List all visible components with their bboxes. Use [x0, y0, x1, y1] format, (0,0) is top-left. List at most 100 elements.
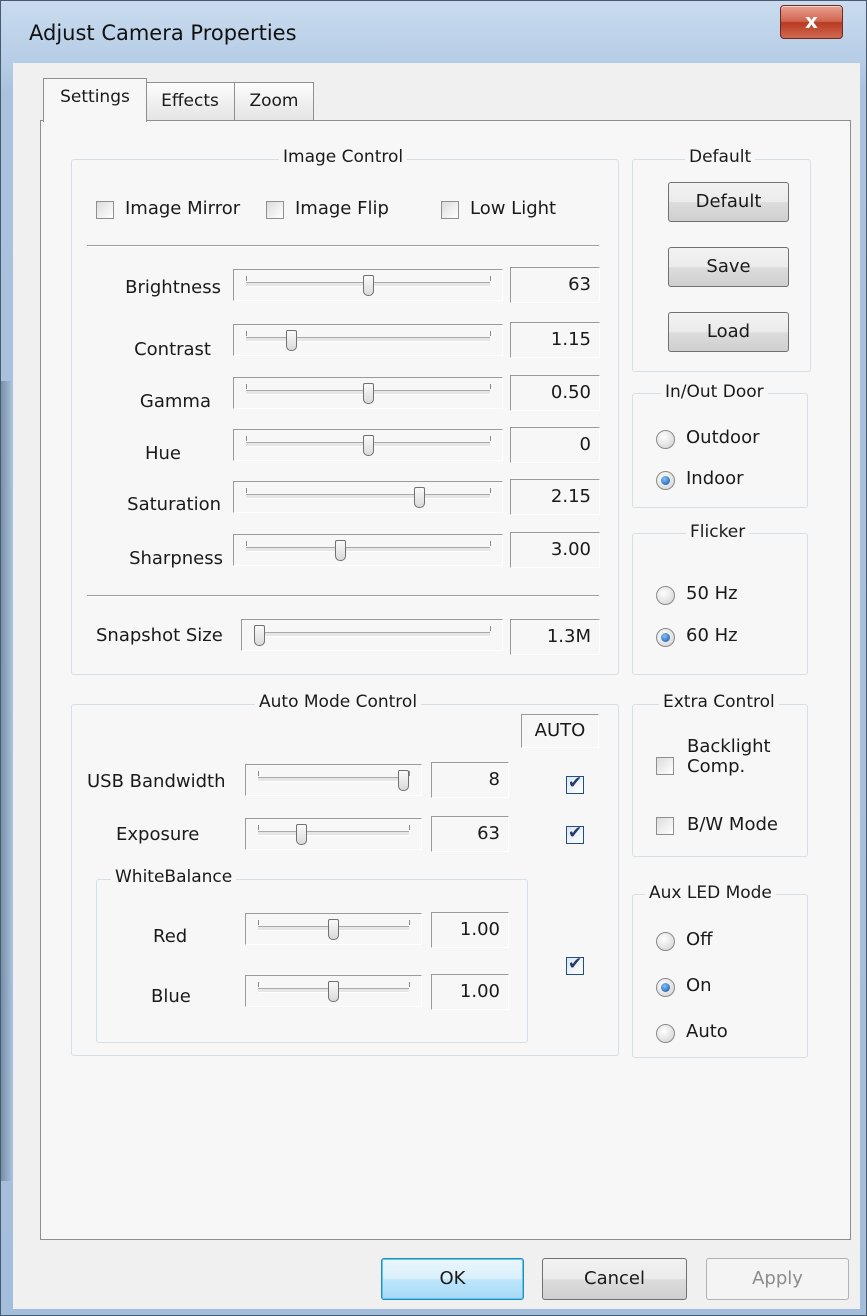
slider-tick: [258, 771, 259, 776]
image-mirror-checkbox[interactable]: [96, 201, 114, 219]
usb-bandwidth-auto-checkbox[interactable]: [566, 773, 584, 794]
slider-thumb[interactable]: [254, 625, 265, 646]
usb-bandwidth-label: USB Bandwidth: [87, 771, 226, 792]
image-flip-checkbox[interactable]: [266, 201, 284, 219]
tab-zoom[interactable]: Zoom: [234, 82, 314, 120]
white-balance-group: [96, 879, 528, 1043]
saturation-value: 2.15: [510, 479, 600, 515]
saturation-slider[interactable]: [233, 481, 503, 513]
flicker-title: Flicker: [686, 522, 750, 542]
close-button[interactable]: x: [780, 5, 843, 39]
slider-tick: [246, 541, 247, 546]
outdoor-label: Outdoor: [686, 427, 760, 448]
slider-groove: [258, 777, 409, 782]
outdoor-radio[interactable]: [656, 430, 675, 449]
backlight-comp-checkbox[interactable]: [656, 757, 674, 775]
cancel-button[interactable]: Cancel: [542, 1258, 687, 1300]
aux-led-off-radio[interactable]: [656, 932, 675, 951]
extra-control-title: Extra Control: [659, 692, 779, 712]
exposure-auto-checkbox[interactable]: [566, 823, 584, 844]
ok-button[interactable]: OK: [381, 1258, 524, 1300]
slider-thumb[interactable]: [328, 919, 339, 940]
snapshot-size-slider[interactable]: [241, 619, 503, 651]
slider-tick: [490, 384, 491, 389]
slider-tick: [490, 626, 491, 631]
exposure-slider[interactable]: [245, 818, 422, 850]
gamma-label: Gamma: [139, 391, 211, 412]
snapshot-size-label: Snapshot Size: [96, 625, 223, 646]
separator: [87, 245, 599, 247]
50hz-radio[interactable]: [656, 586, 675, 605]
60hz-radio[interactable]: [656, 628, 675, 647]
slider-thumb[interactable]: [295, 824, 307, 845]
bw-mode-checkbox[interactable]: [656, 817, 674, 835]
snapshot-size-value: 1.3M: [510, 619, 600, 655]
slider-tick: [246, 331, 247, 336]
slider-thumb[interactable]: [285, 330, 297, 351]
brightness-value: 63: [510, 267, 600, 303]
brightness-slider[interactable]: [233, 269, 503, 301]
slider-thumb[interactable]: [328, 981, 339, 1002]
inout-door-title: In/Out Door: [661, 382, 768, 402]
60hz-label: 60 Hz: [686, 625, 738, 646]
tab-settings[interactable]: Settings: [43, 78, 147, 122]
red-label: Red: [153, 926, 188, 947]
slider-tick: [246, 276, 247, 281]
saturation-label: Saturation: [127, 494, 221, 515]
gamma-slider[interactable]: [233, 377, 503, 409]
sharpness-slider[interactable]: [233, 534, 503, 566]
tab-effects[interactable]: Effects: [145, 82, 235, 120]
sharpness-value: 3.00: [510, 532, 600, 568]
slider-thumb[interactable]: [398, 770, 409, 791]
flicker-group: [632, 533, 808, 675]
red-slider[interactable]: [245, 913, 422, 945]
white-balance-title: WhiteBalance: [111, 867, 237, 887]
blue-label: Blue: [151, 986, 191, 1007]
usb-bandwidth-value: 8: [431, 762, 509, 798]
backlight-comp-label: Backlight Comp.: [687, 737, 771, 777]
hue-label: Hue: [144, 443, 181, 464]
white-balance-auto-checkbox[interactable]: [566, 954, 584, 975]
aux-led-auto-label: Auto: [686, 1021, 728, 1042]
slider-thumb[interactable]: [413, 487, 425, 508]
slider-groove: [258, 831, 409, 836]
aux-led-on-radio[interactable]: [656, 978, 675, 997]
aux-led-off-label: Off: [686, 929, 713, 950]
usb-bandwidth-slider[interactable]: [245, 764, 422, 796]
image-flip-label: Image Flip: [295, 198, 389, 219]
default-group-title: Default: [685, 147, 756, 167]
50hz-label: 50 Hz: [686, 583, 738, 604]
sharpness-label: Sharpness: [129, 548, 223, 569]
blue-slider[interactable]: [245, 975, 422, 1007]
aux-led-auto-radio[interactable]: [656, 1024, 675, 1043]
load-button[interactable]: Load: [668, 312, 789, 352]
slider-tick: [409, 771, 410, 776]
slider-tick: [490, 331, 491, 336]
slider-thumb[interactable]: [362, 435, 374, 456]
contrast-slider[interactable]: [233, 324, 503, 356]
slider-thumb[interactable]: [362, 275, 374, 296]
dialog-window: Adjust Camera Properties x Effects Zoom …: [0, 0, 867, 1316]
save-button[interactable]: Save: [668, 247, 789, 287]
slider-thumb[interactable]: [334, 540, 346, 561]
contrast-value: 1.15: [510, 322, 600, 358]
exposure-value: 63: [431, 816, 509, 852]
low-light-label: Low Light: [470, 198, 557, 219]
backlight-label-line2: Comp.: [687, 756, 746, 777]
image-mirror-label: Image Mirror: [125, 198, 241, 219]
aux-led-on-label: On: [686, 975, 712, 996]
hue-value: 0: [510, 427, 600, 463]
slider-thumb[interactable]: [362, 383, 374, 404]
red-value: 1.00: [431, 912, 509, 948]
low-light-checkbox[interactable]: [441, 201, 459, 219]
slider-groove: [254, 632, 490, 637]
hue-slider[interactable]: [233, 429, 503, 461]
indoor-label: Indoor: [686, 468, 744, 489]
exposure-label: Exposure: [116, 824, 200, 845]
slider-tick: [409, 825, 410, 830]
default-button[interactable]: Default: [668, 182, 789, 222]
backlight-label-line1: Backlight: [687, 736, 771, 757]
apply-button[interactable]: Apply: [706, 1258, 849, 1300]
indoor-radio[interactable]: [656, 471, 675, 490]
blue-value: 1.00: [431, 974, 509, 1010]
